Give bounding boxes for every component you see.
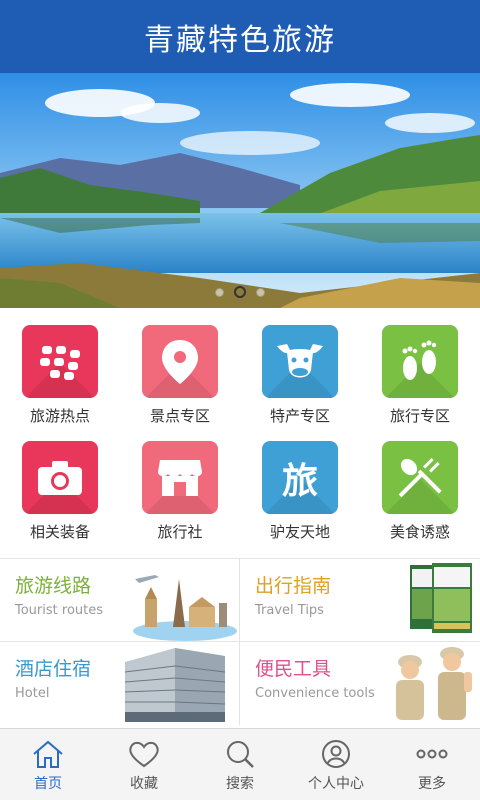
hotel-building-image bbox=[124, 648, 226, 722]
carousel-dot-active[interactable] bbox=[234, 286, 246, 298]
grid-item-label: 景点专区 bbox=[149, 407, 210, 425]
promo-convenience-tools[interactable]: 便民工具 Convenience tools bbox=[240, 642, 480, 724]
heart-icon bbox=[129, 741, 159, 768]
banner-carousel[interactable] bbox=[0, 73, 480, 308]
promo-subtitle: Tourist routes bbox=[15, 603, 104, 618]
world-landmarks-image bbox=[133, 575, 237, 641]
grid-item-food[interactable]: 美食诱惑 bbox=[360, 424, 480, 542]
feature-grid: 旅游热点 景点专区 特产专区 旅行专区 相关装备 旅行社 旅 驴友天地 美食诱惑 bbox=[0, 308, 480, 558]
tab-label: 搜索 bbox=[226, 776, 254, 792]
tab-more[interactable]: 更多 bbox=[384, 729, 480, 800]
grid-item-travel-hotspots[interactable]: 旅游热点 bbox=[0, 308, 120, 426]
tab-label: 收藏 bbox=[130, 776, 158, 792]
footprints-icon bbox=[382, 325, 458, 398]
promo-title: 旅游线路 bbox=[15, 575, 92, 597]
banner-landscape-image bbox=[0, 73, 480, 308]
promo-tourist-routes[interactable]: 旅游线路 Tourist routes bbox=[0, 559, 240, 641]
tab-profile[interactable]: 个人中心 bbox=[288, 729, 384, 800]
travel-character-icon: 旅 bbox=[262, 441, 338, 514]
carousel-indicator bbox=[0, 286, 480, 298]
bottom-tab-bar: 首页 收藏 搜索 个人中心 更多 bbox=[0, 728, 480, 800]
promo-title: 便民工具 bbox=[255, 658, 332, 680]
tab-favorites[interactable]: 收藏 bbox=[96, 729, 192, 800]
camera-icon bbox=[22, 441, 98, 514]
tab-home[interactable]: 首页 bbox=[0, 729, 96, 800]
tab-label: 个人中心 bbox=[308, 776, 364, 792]
grid-item-specialties[interactable]: 特产专区 bbox=[240, 308, 360, 426]
storefront-icon bbox=[142, 441, 218, 514]
promo-travel-tips[interactable]: 出行指南 Travel Tips bbox=[240, 559, 480, 641]
grid-item-travel-zone[interactable]: 旅行专区 bbox=[360, 308, 480, 426]
travel-glyph: 旅 bbox=[281, 460, 318, 502]
grid-item-travelers[interactable]: 旅 驴友天地 bbox=[240, 424, 360, 542]
promo-subtitle: Convenience tools bbox=[255, 686, 375, 701]
tab-label: 首页 bbox=[34, 776, 62, 792]
grid-item-label: 驴友天地 bbox=[269, 523, 330, 541]
app-header: 青藏特色旅游 bbox=[0, 0, 480, 73]
grid-item-label: 特产专区 bbox=[269, 407, 330, 425]
blackberry-dots-icon bbox=[22, 325, 98, 398]
grid-item-equipment[interactable]: 相关装备 bbox=[0, 424, 120, 542]
grid-item-label: 旅行专区 bbox=[389, 407, 450, 425]
search-icon bbox=[227, 741, 254, 768]
carousel-dot[interactable] bbox=[256, 287, 265, 297]
promo-subtitle: Travel Tips bbox=[255, 603, 324, 618]
more-dots-icon bbox=[416, 749, 448, 759]
grid-item-label: 旅行社 bbox=[157, 523, 203, 541]
promo-subtitle: Hotel bbox=[15, 686, 50, 701]
tab-label: 更多 bbox=[418, 776, 446, 792]
promo-hotel[interactable]: 酒店住宿 Hotel bbox=[0, 642, 240, 724]
grid-item-label: 美食诱惑 bbox=[389, 523, 450, 541]
yak-head-icon bbox=[262, 325, 338, 398]
grid-item-label: 旅游热点 bbox=[29, 407, 90, 425]
grid-item-scenic-spots[interactable]: 景点专区 bbox=[120, 308, 240, 426]
map-pin-icon bbox=[142, 325, 218, 398]
user-icon bbox=[322, 740, 350, 768]
service-workers-image bbox=[396, 647, 472, 720]
tab-search[interactable]: 搜索 bbox=[192, 729, 288, 800]
spoon-fork-icon bbox=[382, 441, 458, 514]
promo-title: 酒店住宿 bbox=[15, 658, 92, 680]
carousel-dot[interactable] bbox=[215, 287, 224, 297]
home-icon bbox=[33, 740, 63, 768]
grid-item-travel-agency[interactable]: 旅行社 bbox=[120, 424, 240, 542]
grid-item-label: 相关装备 bbox=[29, 523, 90, 541]
app-title: 青藏特色旅游 bbox=[144, 22, 336, 58]
promo-panel: 旅游线路 Tourist routes 出行指南 Travel Tips 酒店住… bbox=[0, 558, 480, 726]
guidebooks-image bbox=[410, 563, 472, 633]
promo-title: 出行指南 bbox=[255, 575, 332, 597]
